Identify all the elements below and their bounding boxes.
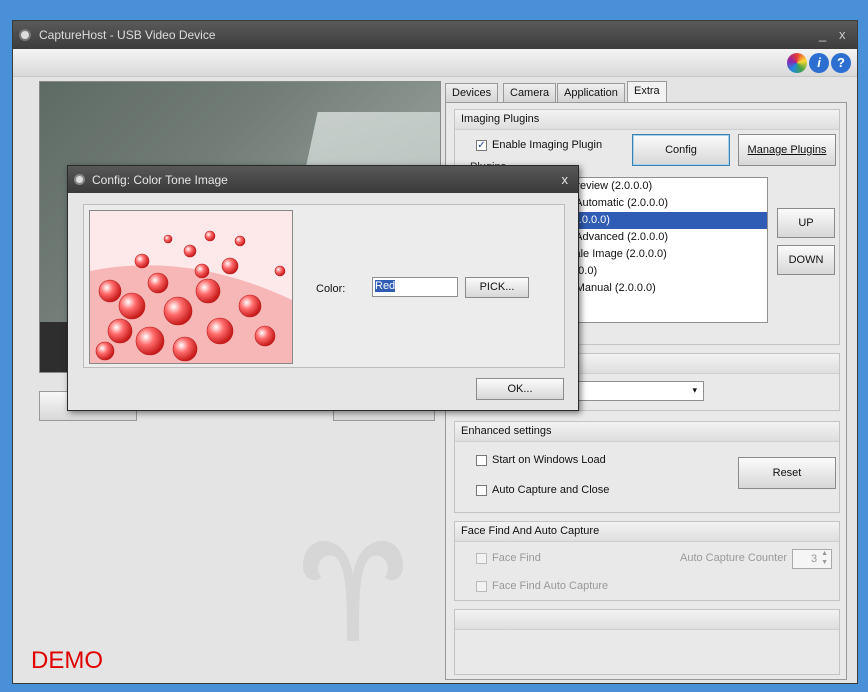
- title-bar[interactable]: CaptureHost - USB Video Device _ x: [13, 21, 857, 49]
- spinner-down-icon[interactable]: ▼: [821, 559, 828, 566]
- aries-logo: [303, 540, 403, 641]
- down-button[interactable]: DOWN: [777, 245, 835, 275]
- help-icon[interactable]: ?: [831, 53, 851, 73]
- auto-capture-counter-label: Auto Capture Counter: [680, 552, 788, 564]
- plugin-item[interactable]: - Advanced (2.0.0.0): [565, 229, 767, 246]
- config-button[interactable]: Config: [632, 134, 730, 166]
- ok-button[interactable]: OK...: [476, 378, 564, 400]
- app-icon: [19, 29, 31, 41]
- dialog-app-icon: [74, 174, 85, 185]
- tab-devices[interactable]: Devices: [445, 83, 499, 103]
- plugin-item[interactable]: cale Image (2.0.0.0): [565, 246, 767, 263]
- plugins-list[interactable]: Preview (2.0.0.0) - Automatic (2.0.0.0) …: [564, 177, 768, 323]
- chevron-down-icon: ▾: [692, 385, 697, 395]
- up-button[interactable]: UP: [777, 208, 835, 238]
- pick-color-button[interactable]: PICK...: [465, 277, 529, 298]
- config-dialog: Config: Color Tone Image x Color: Red PI…: [67, 165, 579, 411]
- tab-strip: Devices Camera Application Extra: [445, 81, 847, 103]
- demo-watermark: DEMO: [31, 647, 103, 674]
- dialog-content: Color: Red PICK...: [83, 204, 565, 368]
- window-title: CaptureHost - USB Video Device: [39, 28, 216, 42]
- auto-capture-close-label: Auto Capture and Close: [492, 484, 610, 496]
- dialog-title-bar[interactable]: Config: Color Tone Image x: [68, 166, 578, 193]
- plugin-item[interactable]: - Automatic (2.0.0.0): [565, 195, 767, 212]
- info-icon[interactable]: i: [809, 53, 829, 73]
- color-wheel-icon[interactable]: [787, 53, 807, 73]
- plugin-item[interactable]: 0.0.0): [565, 263, 767, 280]
- color-input[interactable]: Red: [372, 277, 458, 297]
- manage-plugins-button[interactable]: Manage Plugins: [738, 134, 836, 166]
- face-find-header: Face Find And Auto Capture: [455, 522, 839, 542]
- tab-application[interactable]: Application: [557, 83, 625, 103]
- plugin-item[interactable]: Preview (2.0.0.0): [565, 178, 767, 195]
- imaging-plugins-header: Imaging Plugins: [455, 110, 839, 130]
- enable-imaging-plugin-checkbox[interactable]: ✓: [476, 140, 487, 151]
- filter-dropdown[interactable]: ▾: [564, 381, 704, 401]
- auto-capture-counter-stepper[interactable]: 3 ▲ ▼: [792, 549, 832, 569]
- face-find-label: Face Find: [492, 552, 541, 564]
- face-find-checkbox[interactable]: [476, 553, 487, 564]
- enhanced-settings-header: Enhanced settings: [455, 422, 839, 442]
- auto-capture-close-checkbox[interactable]: [476, 485, 487, 496]
- face-find-auto-capture-label: Face Find Auto Capture: [492, 580, 609, 592]
- dialog-title: Config: Color Tone Image: [92, 173, 228, 187]
- enable-imaging-plugin-label: Enable Imaging Plugin: [492, 139, 603, 151]
- start-on-windows-load-checkbox[interactable]: [476, 455, 487, 466]
- tab-extra[interactable]: Extra: [627, 81, 667, 103]
- top-toolbar: i ?: [13, 49, 857, 77]
- plugin-item-selected[interactable]: (2.0.0.0): [565, 212, 767, 229]
- close-button[interactable]: x: [839, 27, 846, 42]
- start-on-windows-load-label: Start on Windows Load: [492, 454, 606, 466]
- tab-camera[interactable]: Camera: [503, 83, 557, 103]
- color-label: Color:: [316, 283, 346, 295]
- minimize-button[interactable]: _: [819, 27, 826, 42]
- plugin-item[interactable]: - Manual (2.0.0.0): [565, 280, 767, 297]
- dialog-close-button[interactable]: x: [562, 172, 569, 187]
- spinner-up-icon[interactable]: ▲: [821, 550, 828, 557]
- color-value: Red: [375, 280, 396, 292]
- face-find-auto-capture-checkbox[interactable]: [476, 581, 487, 592]
- empty-group: [454, 609, 840, 675]
- reset-button[interactable]: Reset: [738, 457, 836, 489]
- color-tone-preview-image: [89, 210, 293, 364]
